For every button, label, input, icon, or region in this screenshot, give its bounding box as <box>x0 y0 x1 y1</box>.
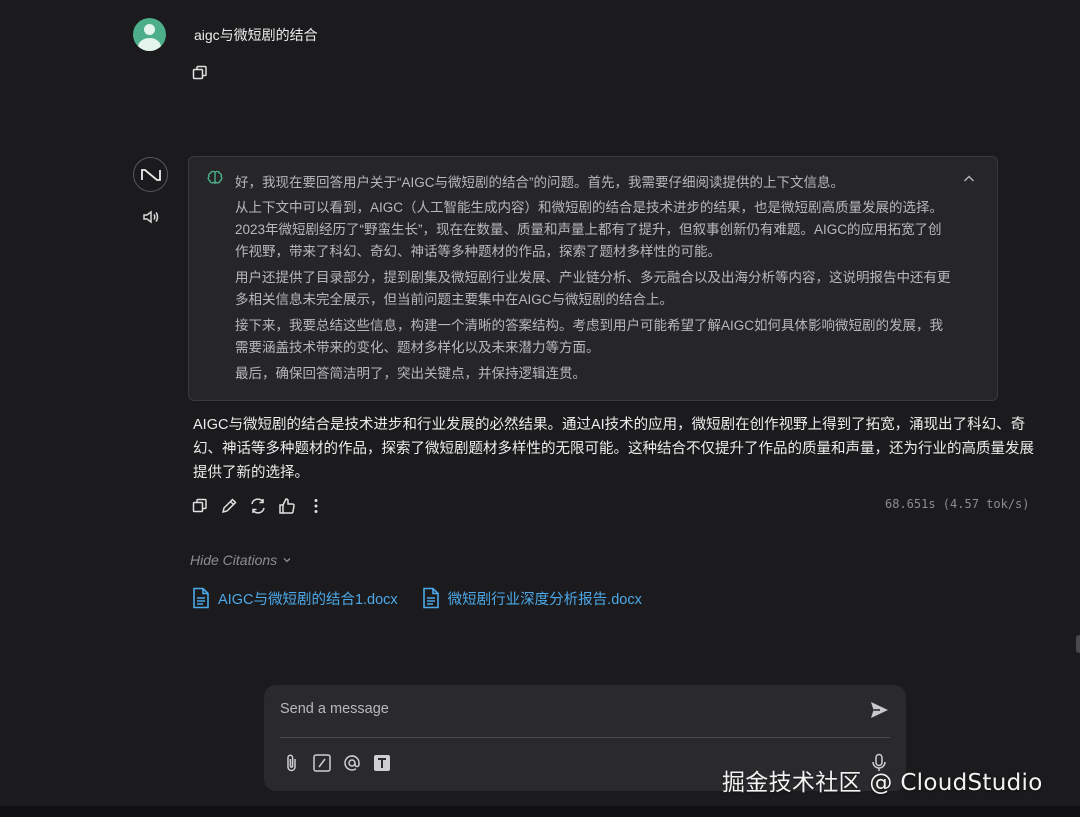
reasoning-paragraph: 从上下文中可以看到，AIGC（人工智能生成内容）和微短剧的结合是技术进步的结果，… <box>235 200 944 259</box>
user-message-text: aigc与微短剧的结合 <box>194 27 318 43</box>
reasoning-paragraph: 接下来，我要总结这些信息，构建一个清晰的答案结构。考虑到用户可能希望了解AIGC… <box>235 318 944 355</box>
thumbs-up-icon[interactable] <box>277 496 296 515</box>
document-icon <box>193 587 209 609</box>
more-options-icon[interactable] <box>306 496 325 515</box>
watermark-text: 掘金技术社区 @ CloudStudio <box>722 770 1043 796</box>
message-input[interactable] <box>280 697 850 721</box>
attachment-icon[interactable] <box>282 753 302 773</box>
reasoning-panel: 好，我现在要回答用户关于“AIGC与微短剧的结合”的问题。首先，我需要仔细阅读提… <box>188 156 998 401</box>
generation-stats: 68.651s (4.57 tok/s) <box>885 497 1030 511</box>
reasoning-text: 好，我现在要回答用户关于“AIGC与微短剧的结合”的问题。首先，我需要仔细阅读提… <box>235 172 955 389</box>
composer-tools <box>282 753 392 773</box>
message-actions <box>190 496 325 515</box>
copy-icon[interactable] <box>190 496 209 515</box>
citation-filename: AIGC与微短剧的结合1.docx <box>218 591 398 608</box>
speaker-icon[interactable] <box>141 207 161 227</box>
mention-icon[interactable] <box>342 753 362 773</box>
send-icon[interactable] <box>868 699 890 721</box>
assistant-avatar <box>133 157 168 192</box>
hide-citations-toggle[interactable]: Hide Citations <box>190 552 293 568</box>
text-format-icon[interactable] <box>372 753 392 773</box>
citation-link[interactable]: 微短剧行业深度分析报告.docx <box>422 587 642 609</box>
collapse-chevron-icon[interactable] <box>961 171 977 187</box>
hide-citations-label: Hide Citations <box>190 552 278 568</box>
reasoning-paragraph: 最后，确保回答简洁明了，突出关键点，并保持逻辑连贯。 <box>235 366 586 381</box>
model-logo-icon <box>140 168 161 181</box>
chat-window: aigc与微短剧的结合 好，我现在要回答用户关于“AIGC与微短剧的结合”的问题… <box>0 0 1080 806</box>
composer-divider <box>280 737 890 738</box>
brain-icon <box>206 169 224 187</box>
citation-link[interactable]: AIGC与微短剧的结合1.docx <box>192 587 398 609</box>
user-avatar <box>133 18 166 51</box>
regenerate-icon[interactable] <box>248 496 267 515</box>
citation-list: AIGC与微短剧的结合1.docx 微短剧行业深度分析报告.docx <box>192 587 642 609</box>
slash-command-icon[interactable] <box>312 753 332 773</box>
assistant-answer: AIGC与微短剧的结合是技术进步和行业发展的必然结果。通过AI技术的应用，微短剧… <box>193 417 1034 481</box>
document-icon <box>422 587 439 609</box>
copy-icon[interactable] <box>191 64 209 82</box>
edit-pencil-icon[interactable] <box>219 496 238 515</box>
citation-filename: 微短剧行业深度分析报告.docx <box>447 591 642 608</box>
bottom-edge <box>0 806 1080 817</box>
reasoning-paragraph: 用户还提供了目录部分，提到剧集及微短剧行业发展、产业链分析、多元融合以及出海分析… <box>235 270 951 307</box>
chevron-down-icon <box>283 558 291 563</box>
scrollbar-handle[interactable] <box>1076 635 1080 653</box>
reasoning-paragraph: 好，我现在要回答用户关于“AIGC与微短剧的结合”的问题。首先，我需要仔细阅读提… <box>235 175 844 190</box>
